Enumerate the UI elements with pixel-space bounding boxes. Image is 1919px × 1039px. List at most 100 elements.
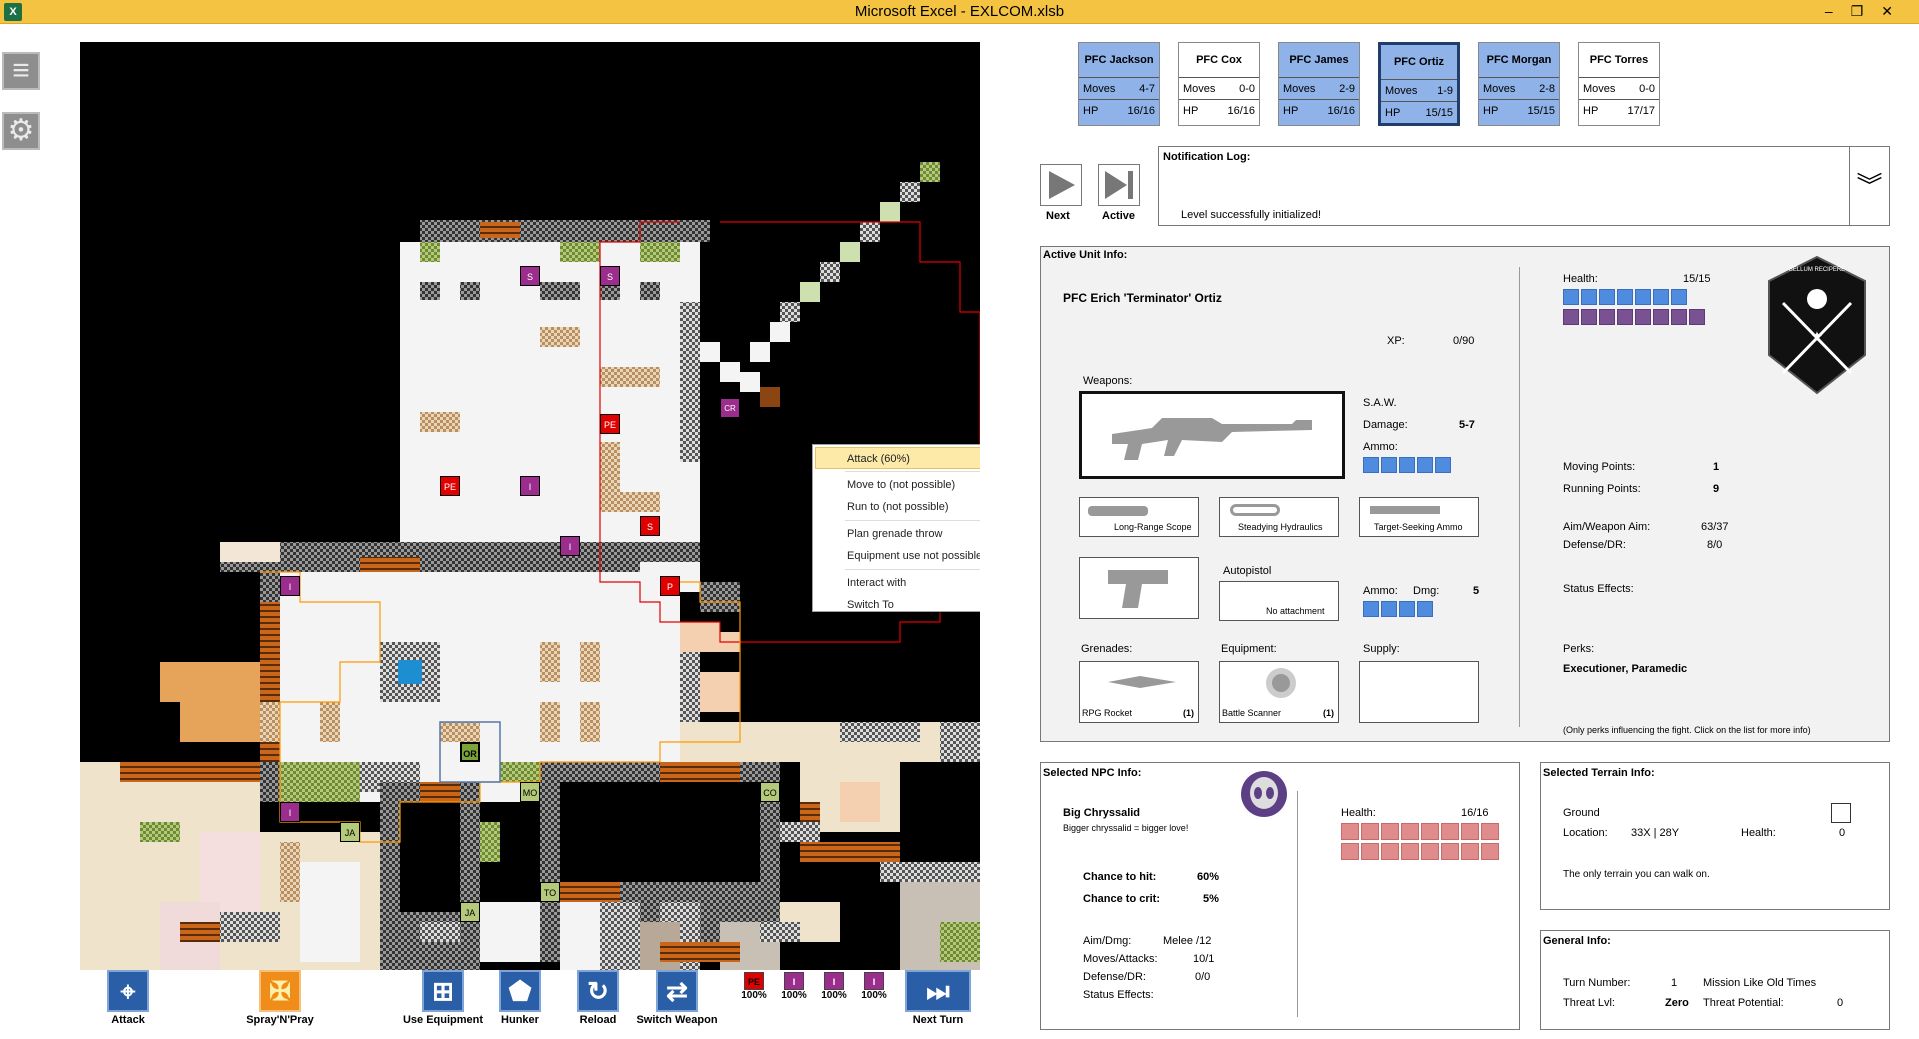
shield-icon: ⬟ xyxy=(499,970,541,1012)
spray-button[interactable]: ✠ Spray'N'Pray xyxy=(240,970,320,1026)
reload-icon: ↻ xyxy=(577,970,619,1012)
enemy-marker[interactable]: PE 100% xyxy=(734,972,774,1001)
soldier-token[interactable]: JA xyxy=(460,902,480,922)
menu-attack[interactable]: Attack (60%) xyxy=(815,447,980,469)
npc-name: Big Chryssalid xyxy=(1063,807,1141,819)
hunker-button[interactable]: ⬟ Hunker xyxy=(490,970,550,1026)
secondary-attachment-slot[interactable]: No attachment xyxy=(1219,581,1339,621)
swap-icon: ⇄ xyxy=(656,970,698,1012)
menu-plan-grenade[interactable]: Plan grenade throw xyxy=(813,523,980,545)
attack-button[interactable]: ⌖ Attack xyxy=(98,970,158,1026)
reload-button[interactable]: ↻ Reload xyxy=(568,970,628,1026)
unit-name: PFC Erich 'Terminator' Ortiz xyxy=(1063,291,1222,305)
equipment-slot[interactable]: Battle Scanner (1) xyxy=(1219,661,1339,723)
npc-health-bar-2 xyxy=(1341,843,1501,860)
supply-slot[interactable] xyxy=(1359,661,1479,723)
secondary-ammo-bar xyxy=(1363,601,1435,617)
gear-icon[interactable]: ⚙ xyxy=(2,112,40,150)
skip-icon xyxy=(1105,171,1133,199)
enemy-token[interactable]: PE xyxy=(600,414,620,434)
log-message: Level successfully initialized! xyxy=(1181,209,1322,221)
next-button[interactable] xyxy=(1040,164,1082,206)
menu-run-to[interactable]: Run to (not possible) xyxy=(813,496,980,518)
bellum-recipere-badge: ✦ BELLUM RECIPERE xyxy=(1765,255,1869,395)
attachment-slot[interactable]: Steadying Hydraulics xyxy=(1219,497,1339,537)
active-button[interactable] xyxy=(1098,164,1140,206)
attachment-slot[interactable]: Long-Range Scope xyxy=(1079,497,1199,537)
context-menu: Attack (60%) Move to (not possible) Run … xyxy=(812,444,980,612)
unit-card-active[interactable]: PFC Ortiz Moves 1-9 HP 15/15 xyxy=(1378,42,1460,126)
unit-card[interactable]: PFC Jackson Moves 4-7 HP 16/16 xyxy=(1078,42,1160,126)
enemy-token[interactable]: I xyxy=(560,536,580,556)
unit-card[interactable]: PFC James Moves 2-9 HP 16/16 xyxy=(1278,42,1360,126)
title-bar: Microsoft Excel - EXLCOM.xlsb xyxy=(0,0,1919,24)
next-turn-button[interactable]: ⏭ Next Turn xyxy=(900,970,976,1026)
health-bar xyxy=(1563,289,1689,305)
general-panel: General Info: Turn Number: 1 Mission Lik… xyxy=(1540,930,1890,1030)
enemy-token[interactable]: PE xyxy=(440,476,460,496)
play-icon xyxy=(1049,171,1075,199)
armor-bar xyxy=(1563,309,1707,325)
spray-icon: ✠ xyxy=(259,970,301,1012)
enemy-token[interactable]: CR xyxy=(720,398,740,418)
machine-gun-icon xyxy=(1112,418,1312,460)
terrain-panel: Selected Terrain Info: Ground Location: … xyxy=(1540,762,1890,910)
unit-card[interactable]: PFC Morgan Moves 2-8 HP 15/15 xyxy=(1478,42,1560,126)
menu-switch-to[interactable]: Switch To xyxy=(813,594,980,616)
primary-ammo-bar xyxy=(1363,457,1453,473)
window-title: Microsoft Excel - EXLCOM.xlsb xyxy=(854,3,1065,20)
rocket-icon xyxy=(1108,676,1176,688)
tactical-map[interactable]: S S PE PE I I S P I I CR OR MO CO JA JA … xyxy=(80,42,980,970)
secondary-weapon-slot[interactable] xyxy=(1079,557,1199,619)
menu-move-to[interactable]: Move to (not possible) xyxy=(813,474,980,496)
enemy-token[interactable]: S xyxy=(600,266,620,286)
enemy-token[interactable]: I xyxy=(520,476,540,496)
active-soldier-token[interactable]: OR xyxy=(460,742,480,762)
unit-card[interactable]: PFC Torres Moves 0-0 HP 17/17 xyxy=(1578,42,1660,126)
terrain-swatch xyxy=(1831,803,1851,823)
divider xyxy=(1297,791,1298,1017)
window-controls[interactable]: –❐✕ xyxy=(1825,0,1911,24)
menu-equipment-use[interactable]: Equipment use not possible (too far) xyxy=(813,545,980,567)
hydraulics-icon xyxy=(1230,504,1280,516)
divider xyxy=(1519,267,1520,727)
npc-panel: Selected NPC Info: Big Chryssalid Bigger… xyxy=(1040,762,1520,1030)
excel-icon[interactable]: X xyxy=(4,3,22,21)
active-label: Active xyxy=(1102,210,1136,222)
soldier-token[interactable]: CO xyxy=(760,782,780,802)
enemy-token[interactable]: S xyxy=(520,266,540,286)
left-rail: ≡ ⚙ xyxy=(0,24,44,1039)
use-equipment-button[interactable]: ⊞ Use Equipment xyxy=(398,970,488,1026)
crosshair-icon: ⌖ xyxy=(107,970,149,1012)
enemy-marker[interactable]: I 100% xyxy=(814,972,854,1001)
soldier-token[interactable]: TO xyxy=(540,882,560,902)
action-toolbar: ⌖ Attack ✠ Spray'N'Pray ⊞ Use Equipment ⬟ Hu… xyxy=(80,970,980,1032)
next-label: Next xyxy=(1046,210,1070,222)
enemy-token[interactable]: I xyxy=(280,802,300,822)
enemy-marker[interactable]: I 100% xyxy=(854,972,894,1001)
fast-forward-icon: ⏭ xyxy=(905,970,971,1012)
scope-icon xyxy=(1088,506,1148,516)
alien-icon xyxy=(1241,771,1287,817)
enemy-token[interactable]: I xyxy=(280,576,300,596)
enemy-token[interactable]: P xyxy=(660,576,680,596)
grenade-slot[interactable]: RPG Rocket (1) xyxy=(1079,661,1199,723)
enemy-token[interactable]: S xyxy=(640,516,660,536)
notification-log: Notification Log: Level successfully ini… xyxy=(1158,146,1890,226)
scanner-icon xyxy=(1266,668,1296,698)
attachment-slot[interactable]: Target-Seeking Ammo xyxy=(1359,497,1479,537)
switch-weapon-button[interactable]: ⇄ Switch Weapon xyxy=(632,970,722,1026)
chevron-down-icon[interactable]: ︾ xyxy=(1849,147,1889,225)
menu-interact-with[interactable]: Interact with xyxy=(813,572,980,594)
active-unit-panel: Active Unit Info: PFC Erich 'Terminator'… xyxy=(1040,246,1890,742)
enemy-marker[interactable]: I 100% xyxy=(774,972,814,1001)
medkit-icon: ⊞ xyxy=(422,970,464,1012)
soldier-token[interactable]: MO xyxy=(520,782,540,802)
menu-icon[interactable]: ≡ xyxy=(2,52,40,90)
primary-weapon-slot[interactable] xyxy=(1079,391,1345,479)
npc-health-bar-1 xyxy=(1341,823,1501,840)
perks-list[interactable]: Executioner, Paramedic xyxy=(1563,663,1687,675)
unit-card[interactable]: PFC Cox Moves 0-0 HP 16/16 xyxy=(1178,42,1260,126)
soldier-token[interactable]: JA xyxy=(340,822,360,842)
svg-text:✦: ✦ xyxy=(1811,329,1823,345)
